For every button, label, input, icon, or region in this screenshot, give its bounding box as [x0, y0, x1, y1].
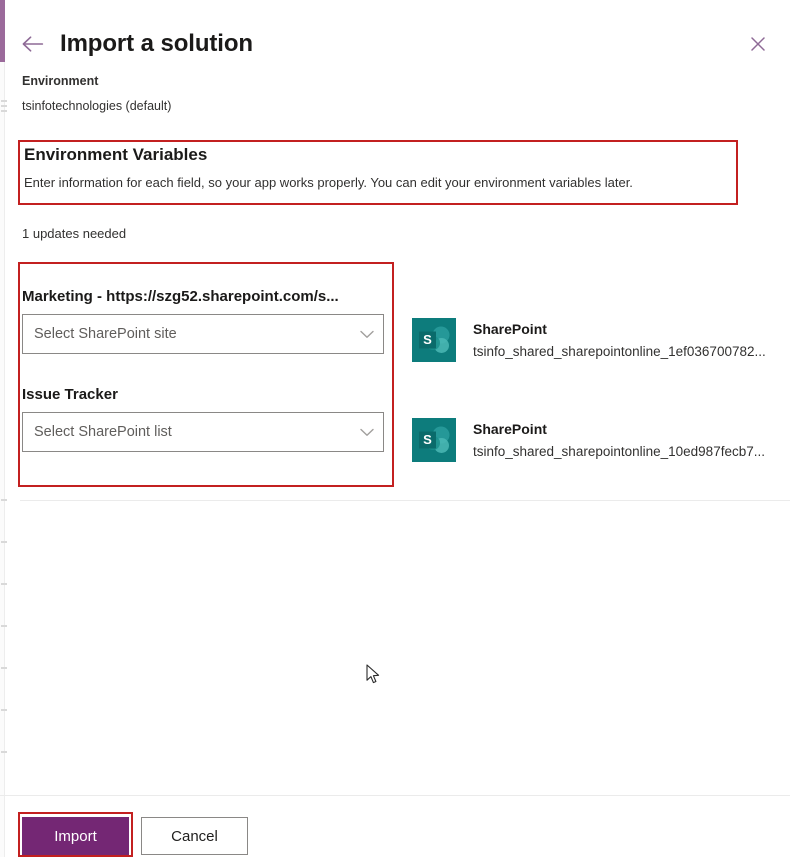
sharepoint-list-dropdown[interactable]: Select SharePoint list [22, 412, 384, 452]
rail-tick [1, 751, 7, 753]
import-solution-dialog: Import a solution Environment tsinfotech… [0, 0, 790, 857]
environment-value: tsinfotechnologies (default) [22, 99, 172, 113]
close-x-icon [751, 37, 765, 51]
rail-tick [1, 583, 7, 585]
back-button[interactable] [16, 27, 50, 61]
rail-tick [1, 667, 7, 669]
env-variables-heading: Environment Variables [24, 145, 208, 164]
dialog-header: Import a solution [0, 22, 790, 66]
sharepoint-icon: S [412, 418, 456, 462]
footer-divider [0, 795, 790, 796]
rail-tick [1, 625, 7, 627]
connection-item[interactable]: S SharePoint tsinfo_shared_sharepointonl… [412, 318, 766, 362]
environment-label: Environment [22, 74, 99, 88]
rail-tick [1, 541, 7, 543]
sharepoint-icon: S [412, 318, 456, 362]
cancel-button[interactable]: Cancel [141, 817, 248, 855]
rail-tick [1, 110, 7, 112]
field-label-issue-tracker: Issue Tracker [22, 386, 118, 403]
sharepoint-list-placeholder: Select SharePoint list [34, 424, 172, 440]
app-rail-body [0, 62, 7, 857]
field-label-marketing: Marketing - https://szg52.sharepoint.com… [22, 288, 339, 305]
rail-tick [1, 105, 7, 107]
updates-needed-status: 1 updates needed [22, 226, 127, 241]
connection-title: SharePoint [473, 321, 547, 337]
svg-text:S: S [423, 332, 432, 347]
import-button[interactable]: Import [22, 817, 129, 855]
rail-tick [1, 709, 7, 711]
env-variable-fields: Marketing - https://szg52.sharepoint.com… [22, 288, 386, 452]
rail-tick [1, 100, 7, 102]
arrow-left-icon [22, 36, 44, 52]
connection-subtitle: tsinfo_shared_sharepointonline_1ef036700… [473, 344, 766, 360]
dialog-footer: Import Cancel [0, 815, 790, 857]
svg-text:S: S [423, 432, 432, 447]
connection-text: SharePoint tsinfo_shared_sharepointonlin… [473, 418, 765, 462]
page-title: Import a solution [60, 30, 253, 57]
env-variables-description: Enter information for each field, so you… [24, 175, 633, 190]
sharepoint-site-placeholder: Select SharePoint site [34, 326, 177, 342]
chevron-down-icon [351, 330, 383, 339]
content-divider [20, 500, 790, 501]
mouse-pointer-icon [366, 664, 382, 691]
connection-title: SharePoint [473, 421, 547, 437]
chevron-down-icon [351, 428, 383, 437]
connection-subtitle: tsinfo_shared_sharepointonline_10ed987fe… [473, 444, 765, 460]
rail-tick [1, 499, 7, 501]
sharepoint-site-dropdown[interactable]: Select SharePoint site [22, 314, 384, 354]
connection-item[interactable]: S SharePoint tsinfo_shared_sharepointonl… [412, 418, 765, 462]
close-button[interactable] [738, 24, 778, 64]
connection-text: SharePoint tsinfo_shared_sharepointonlin… [473, 318, 766, 362]
